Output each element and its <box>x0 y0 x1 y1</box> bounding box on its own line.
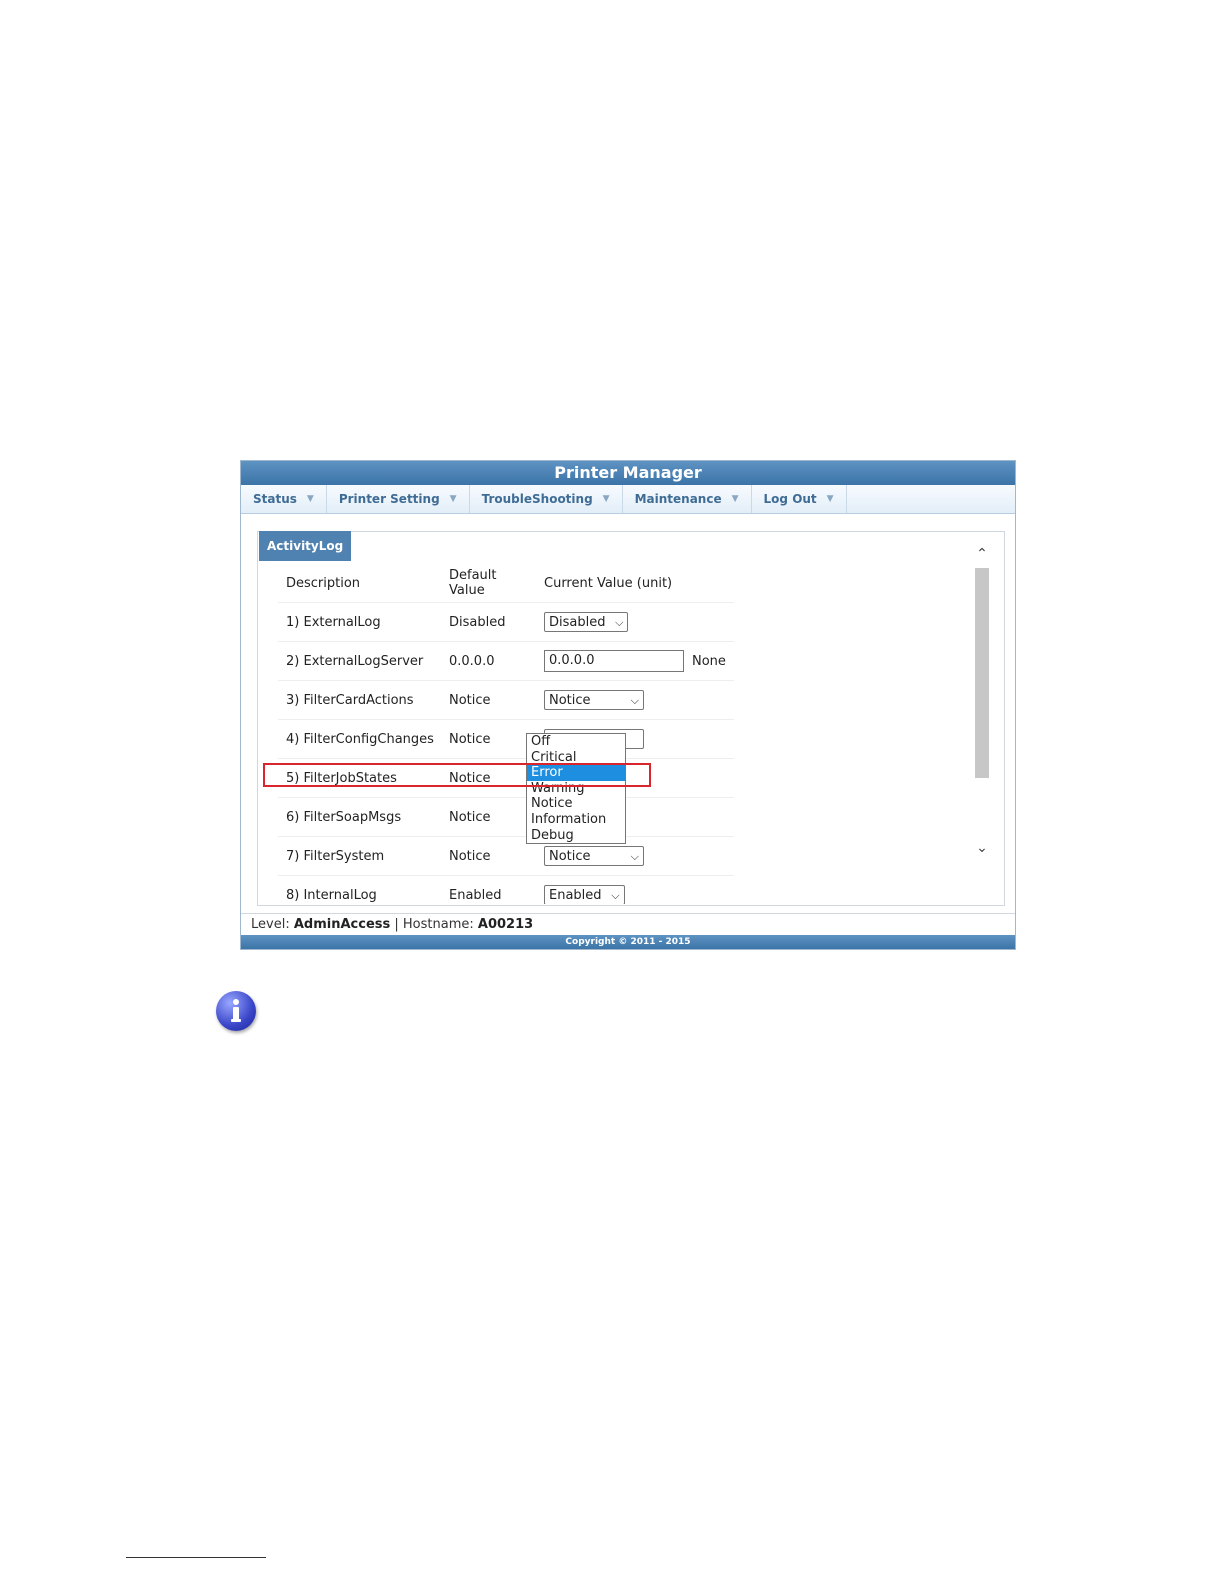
chevron-down-icon[interactable]: ⌄ <box>974 840 990 856</box>
row-description: 3) FilterCardActions <box>286 692 414 708</box>
menu-bar: Status ▼ Printer Setting ▼ TroubleShooting… <box>241 485 1015 514</box>
chevron-down-icon: ⌵ <box>611 889 620 902</box>
table-row: 7) FilterSystem Notice Notice ⌵ <box>278 837 734 876</box>
dropdown-option-information[interactable]: Information <box>527 812 625 828</box>
tab-activitylog[interactable]: ActivityLog <box>259 531 352 561</box>
header-description: Description <box>286 575 361 591</box>
chevron-down-icon: ▼ <box>449 494 457 504</box>
select-value: Disabled <box>549 615 606 630</box>
menu-label: Log Out <box>763 492 817 506</box>
red-highlight-box <box>263 763 651 787</box>
hostname-value: A00213 <box>477 917 534 932</box>
row-description: 1) ExternalLog <box>286 614 381 630</box>
header-default-value: Default Value <box>449 568 497 598</box>
status-separator: | <box>394 917 399 932</box>
chevron-down-icon: ⌵ <box>615 616 624 629</box>
row-description: 2) ExternalLogServer <box>286 653 424 669</box>
dropdown-option-off[interactable]: Off <box>527 734 625 750</box>
filtersystem-select[interactable]: Notice ⌵ <box>544 846 644 866</box>
chevron-down-icon: ▼ <box>602 494 610 504</box>
table-row: 4) FilterConfigChanges Notice <box>278 720 734 759</box>
chevron-down-icon: ▼ <box>306 494 314 504</box>
table-row: 6) FilterSoapMsgs Notice <box>278 798 734 837</box>
scrollbar-thumb[interactable] <box>975 568 989 778</box>
select-value: Notice <box>549 849 591 864</box>
menu-log-out[interactable]: Log Out ▼ <box>752 485 847 513</box>
menu-label: Maintenance <box>634 492 722 506</box>
menu-status[interactable]: Status ▼ <box>241 485 327 513</box>
row-default: Enabled <box>449 887 502 903</box>
row-default: Notice <box>449 731 491 747</box>
info-icon <box>216 991 256 1031</box>
row-current: Disabled ⌵ <box>536 603 734 642</box>
menu-maintenance[interactable]: Maintenance ▼ <box>623 485 752 513</box>
row-current: 0.0.0.0 None <box>536 642 734 681</box>
menu-label: TroubleShooting <box>481 492 593 506</box>
hostname-label: Hostname: <box>402 917 474 932</box>
copyright-footer: Copyright © 2011 - 2015 <box>241 935 1015 949</box>
header-current-value: Current Value (unit) <box>544 575 673 591</box>
table-header-row: Description Default Value Current Value … <box>278 564 734 603</box>
dropdown-option-notice[interactable]: Notice <box>527 796 625 812</box>
vertical-scrollbar[interactable]: ⌃ ⌄ <box>974 546 990 856</box>
chevron-down-icon: ▼ <box>826 494 834 504</box>
settings-scroll-area: Description Default Value Current Value … <box>278 564 738 904</box>
table-row: 3) FilterCardActions Notice Notice ⌵ <box>278 681 734 720</box>
row-default: Disabled <box>449 614 506 630</box>
printer-manager-window: Printer Manager Status ▼ Printer Setting ▼… <box>240 460 1016 950</box>
row-description: 7) FilterSystem <box>286 848 385 864</box>
externallogserver-input[interactable]: 0.0.0.0 <box>544 650 684 672</box>
internallog-select[interactable]: Enabled ⌵ <box>544 885 625 904</box>
row-default: Notice <box>449 848 491 864</box>
info-icon-glyph <box>231 999 241 1022</box>
dropdown-option-debug[interactable]: Debug <box>527 828 625 844</box>
table-row: 2) ExternalLogServer 0.0.0.0 0.0.0.0 None <box>278 642 734 681</box>
level-value: AdminAccess <box>293 917 391 932</box>
row-default: 0.0.0.0 <box>449 653 495 669</box>
app-title: Printer Manager <box>241 461 1015 485</box>
row-description: 4) FilterConfigChanges <box>286 731 434 747</box>
chevron-down-icon: ⌵ <box>630 694 639 707</box>
level-label: Level: <box>251 917 290 932</box>
menu-label: Status <box>253 492 297 506</box>
activitylog-panel: Description Default Value Current Value … <box>257 531 1005 906</box>
status-bar: Level: AdminAccess | Hostname: A00213 <box>241 913 1015 936</box>
table-row: 1) ExternalLog Disabled Disabled ⌵ <box>278 603 734 642</box>
row-description: 6) FilterSoapMsgs <box>286 809 402 825</box>
row-current: Enabled ⌵ <box>536 876 734 904</box>
footnote-rule <box>126 1557 266 1558</box>
row-current: Notice ⌵ <box>536 681 734 720</box>
table-row: 8) InternalLog Enabled Enabled ⌵ <box>278 876 734 904</box>
menu-printer-setting[interactable]: Printer Setting ▼ <box>327 485 470 513</box>
chevron-down-icon: ⌵ <box>630 850 639 863</box>
unit-label: None <box>692 653 726 669</box>
select-value: Notice <box>549 693 591 708</box>
settings-table: Description Default Value Current Value … <box>278 564 734 904</box>
menu-label: Printer Setting <box>338 492 440 506</box>
row-description: 8) InternalLog <box>286 887 377 903</box>
select-value: Enabled <box>549 888 602 903</box>
externallog-select[interactable]: Disabled ⌵ <box>544 612 629 632</box>
chevron-down-icon: ▼ <box>731 494 739 504</box>
filtercardactions-select[interactable]: Notice ⌵ <box>544 690 644 710</box>
chevron-up-icon[interactable]: ⌃ <box>974 546 990 562</box>
row-default: Notice <box>449 809 491 825</box>
row-default: Notice <box>449 692 491 708</box>
menu-troubleshooting[interactable]: TroubleShooting ▼ <box>470 485 623 513</box>
level-dropdown-list[interactable]: Off Critical Error Warning Notice Inform… <box>526 733 626 845</box>
